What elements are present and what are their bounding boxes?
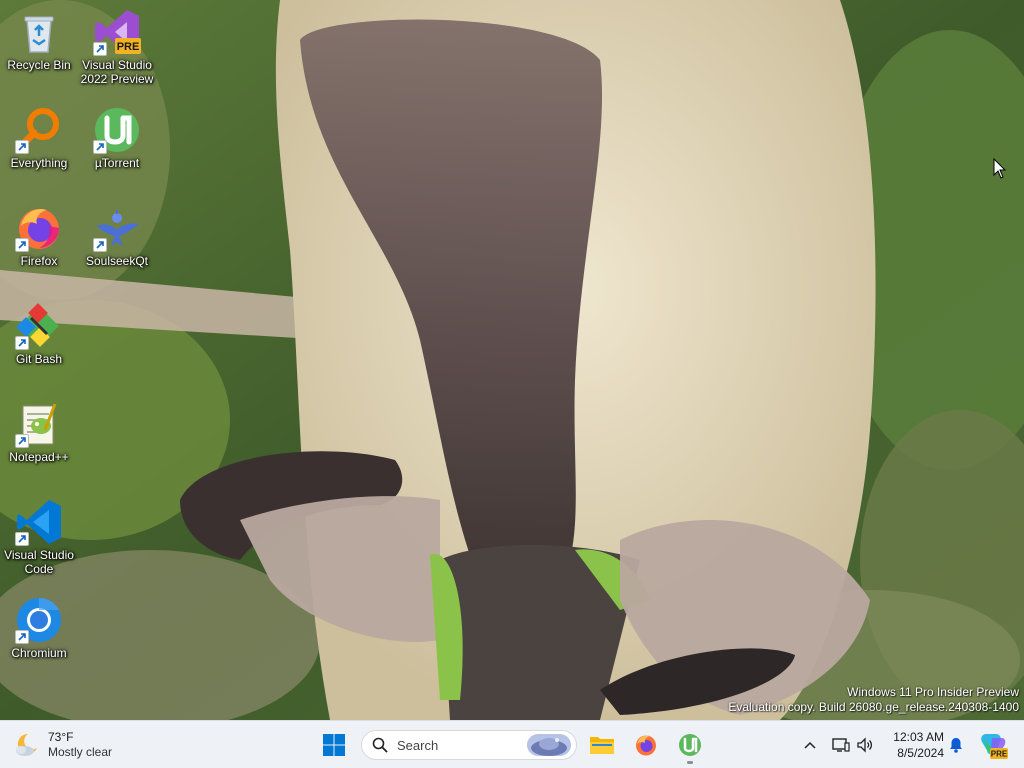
taskbar-firefox[interactable] [626,725,666,765]
desktop-icon-utorrent[interactable]: µTorrent [78,106,156,170]
taskbar: 73°F Mostly clear Search 12:03 AM 8/5/20… [0,720,1024,768]
watermark-build: Evaluation copy. Build 26080.ge_release.… [728,700,1019,714]
notepadpp-icon [15,400,63,448]
desktop-icon-label: Recycle Bin [7,58,71,72]
copilot-button[interactable]: PRE [978,730,1008,760]
desktop-icon-label: Visual Studio 2022 Preview [80,58,154,86]
preview-badge: PRE [117,41,140,53]
desktop-icon-git-bash[interactable]: Git Bash [0,302,78,366]
desktop-icon-firefox[interactable]: Firefox [0,204,78,268]
clock-date: 8/5/2024 [897,746,944,760]
shortcut-arrow-icon [15,336,29,350]
volume-icon [857,737,873,753]
shortcut-arrow-icon [15,434,29,448]
desktop-icon-soulseekqt[interactable]: SoulseekQt [78,204,156,268]
search-input[interactable] [397,737,517,753]
desktop-icon-chromium[interactable]: Chromium [0,596,78,660]
taskbar-utorrent[interactable] [670,725,710,765]
recycle-bin-icon [15,8,63,56]
chevron-up-icon [804,741,816,749]
desktop-icon-label: µTorrent [94,156,140,170]
show-hidden-icons-button[interactable] [800,733,820,757]
soulseekqt-icon [93,204,141,252]
copilot-badge: PRE [991,750,1008,759]
desktop-icon-label: Everything [10,156,68,170]
shortcut-arrow-icon [15,140,29,154]
windows-watermark: Windows 11 Pro Insider Preview Evaluatio… [728,685,1019,715]
shortcut-arrow-icon [93,42,107,56]
desktop-icon-label: Visual Studio Code [4,548,74,576]
search-icon [372,737,388,753]
everything-search-icon [15,106,63,154]
weather-condition: Mostly clear [48,745,113,759]
chromium-icon [15,596,63,644]
network-icon [832,738,850,752]
firefox-icon [636,735,656,756]
notification-center-button[interactable] [946,734,966,756]
shortcut-arrow-icon [93,238,107,252]
desktop-icon-label: Notepad++ [9,450,69,464]
shortcut-arrow-icon [15,630,29,644]
weather-temperature: 73°F [48,730,74,744]
desktop-icon-recycle-bin[interactable]: Recycle Bin [0,8,78,72]
file-explorer-icon [590,737,614,754]
weather-widget[interactable]: 73°F Mostly clear [12,727,112,763]
desktop-icon-label: Chromium [11,646,67,660]
quick-settings-button[interactable] [828,731,878,759]
vscode-icon [15,498,63,546]
windows-start-icon [323,734,345,756]
running-indicator [687,761,693,764]
desktop-icon-label: SoulseekQt [85,254,149,268]
desktop-icon-vscode[interactable]: Visual Studio Code [0,498,78,576]
desktop-icon-label: Firefox [20,254,58,268]
search-highlight-image [527,734,571,756]
start-button[interactable] [314,725,354,765]
shortcut-arrow-icon [15,532,29,546]
shortcut-arrow-icon [15,238,29,252]
utorrent-icon [679,734,701,756]
desktop-icon-everything[interactable]: Everything [0,106,78,170]
copilot-pre-icon: PRE [981,734,1008,759]
taskbar-file-explorer[interactable] [582,725,622,765]
desktop-icon-label: Git Bash [15,352,63,366]
notification-bell-icon [950,738,962,753]
desktop-icon-notepadpp[interactable]: Notepad++ [0,400,78,464]
shortcut-arrow-icon [93,140,107,154]
firefox-icon [15,204,63,252]
clock-time: 12:03 AM [893,730,944,744]
mouse-cursor-icon [993,157,1007,180]
utorrent-icon [93,106,141,154]
moon-cloud-icon [12,731,40,759]
taskbar-search[interactable] [361,730,577,760]
watermark-edition: Windows 11 Pro Insider Preview [847,685,1019,699]
desktop-icon-visual-studio-preview[interactable]: PRE Visual Studio 2022 Preview [78,8,156,86]
taskbar-clock[interactable]: 12:03 AM 8/5/2024 [882,729,944,761]
git-bash-icon [15,302,63,350]
visual-studio-preview-icon: PRE [93,8,141,56]
